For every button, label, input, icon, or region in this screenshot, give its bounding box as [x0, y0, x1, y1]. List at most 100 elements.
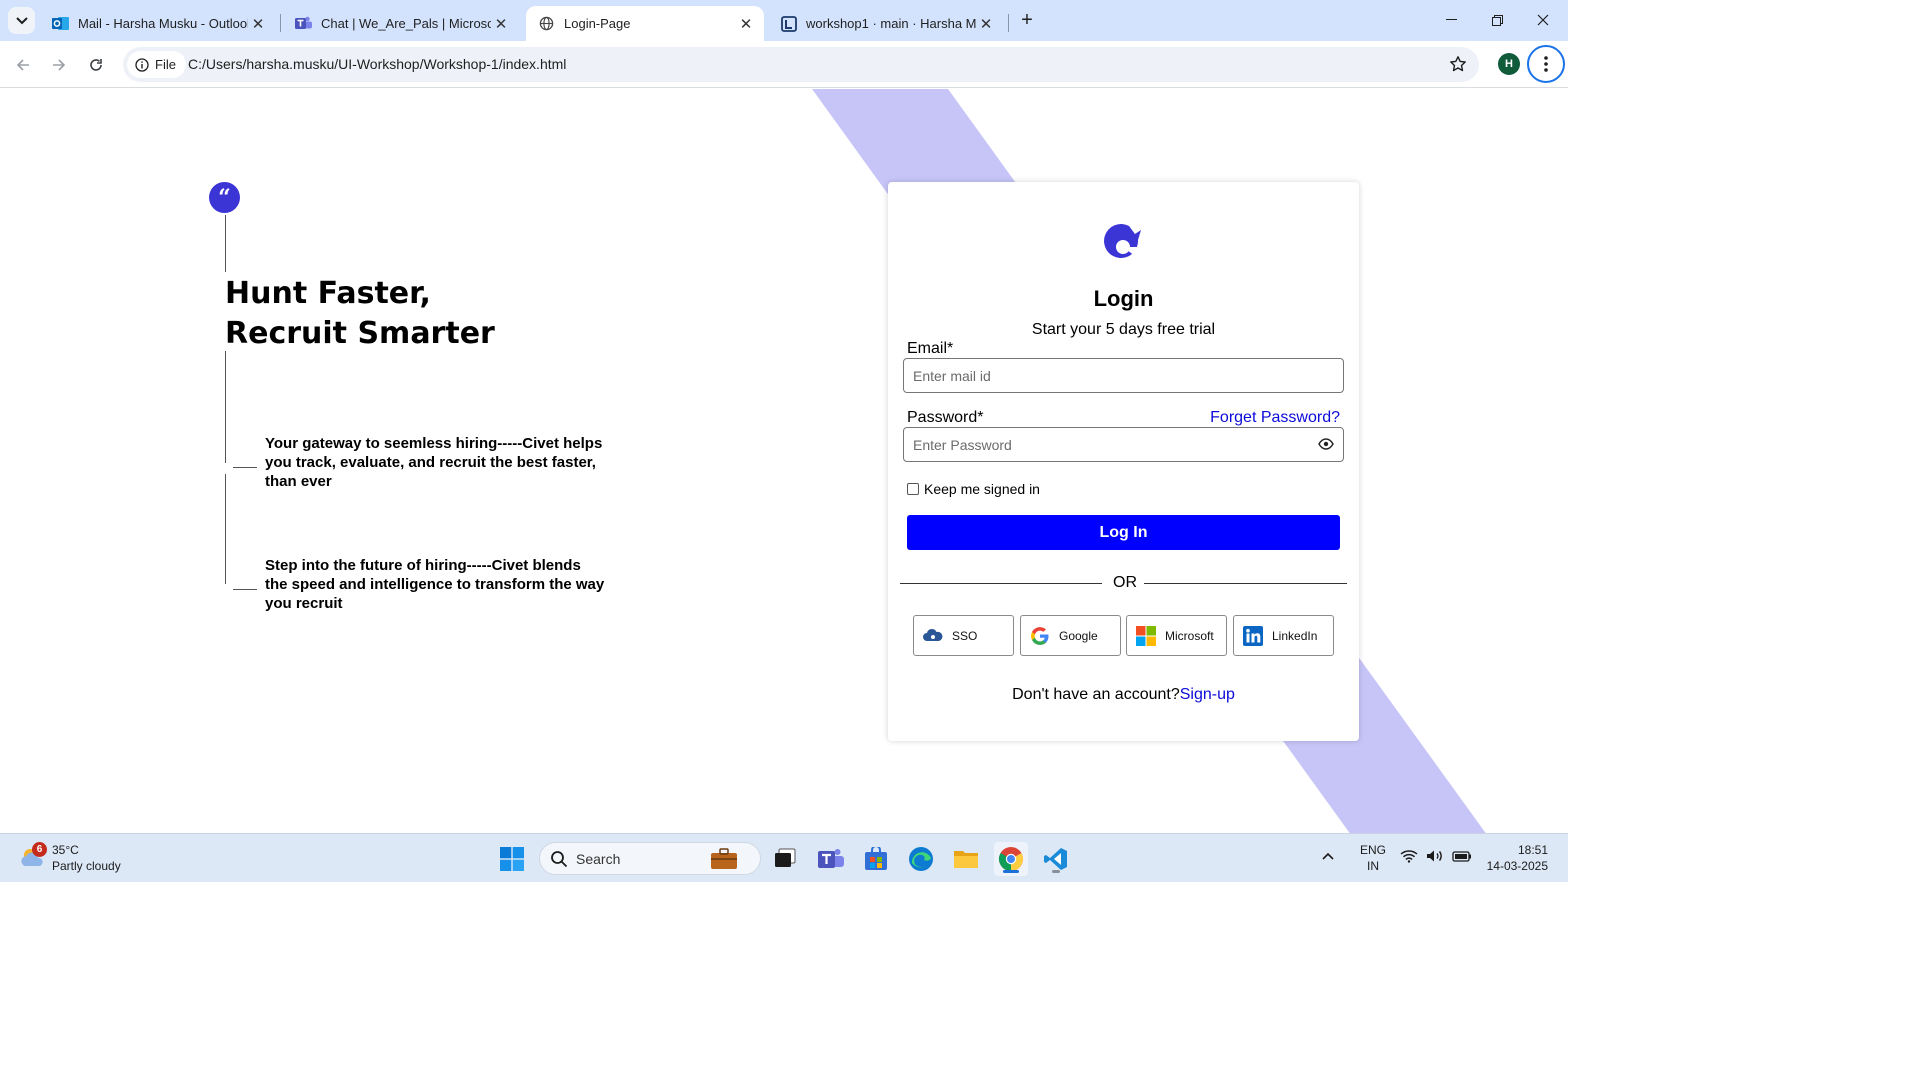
microsoft-button[interactable]: Microsoft: [1126, 615, 1227, 656]
tab-login-page[interactable]: Login-Page ✕: [526, 6, 764, 41]
wifi-icon: [1400, 850, 1418, 863]
timeline-line: [225, 215, 226, 272]
arrow-right-icon: [53, 59, 66, 71]
clock-time: 18:51: [1517, 843, 1548, 857]
tab-title: Mail - Harsha Musku - Outlook: [78, 16, 248, 31]
store-icon[interactable]: [859, 842, 893, 876]
start-icon[interactable]: [495, 842, 529, 876]
language-indicator[interactable]: ENG IN: [1360, 842, 1386, 874]
address-bar[interactable]: File C:/Users/harsha.musku/UI-Workshop/W…: [123, 47, 1479, 82]
system-clock[interactable]: 18:51 14-03-2025: [1487, 842, 1548, 874]
close-icon[interactable]: ✕: [976, 14, 996, 34]
eye-icon[interactable]: [1318, 437, 1334, 456]
timeline-line: [225, 351, 226, 463]
keep-signed-in-label: Keep me signed in: [924, 481, 1040, 497]
google-button[interactable]: Google: [1020, 615, 1121, 656]
sso-cloud-icon: [921, 624, 945, 648]
tab-search-button[interactable]: [8, 7, 35, 34]
divider-right: [1144, 583, 1347, 584]
tab-workshop1[interactable]: workshop1 · main · Harsha Musku ✕: [768, 6, 1004, 41]
hero-headline: Hunt Faster, Recruit Smarter: [225, 274, 495, 354]
teams-icon: [295, 15, 312, 32]
volume-icon: [1427, 850, 1442, 862]
tab-teams[interactable]: Chat | We_Are_Pals | Microsoft Teams ✕: [283, 6, 519, 41]
linkedin-button[interactable]: LinkedIn: [1233, 615, 1334, 656]
sso-button[interactable]: SSO: [913, 615, 1014, 656]
email-input[interactable]: [903, 358, 1344, 393]
login-title: Login: [1093, 286, 1154, 311]
chevron-down-icon: [15, 16, 28, 24]
keep-signed-in-checkbox[interactable]: [907, 483, 919, 495]
globe-icon: [538, 15, 555, 32]
browser-tab-bar: Mail - Harsha Musku - Outlook ✕ Chat | W…: [0, 0, 1568, 41]
tab-title: workshop1 · main · Harsha Musku: [806, 16, 976, 31]
keep-signed-in[interactable]: Keep me signed in: [907, 481, 1040, 497]
teams-icon[interactable]: [814, 842, 848, 876]
login-card: Login Start your 5 days free trial Email…: [888, 182, 1359, 741]
partly-cloudy-icon: 6: [18, 842, 47, 872]
tab-separator: [280, 14, 281, 32]
close-window-button[interactable]: [1520, 6, 1566, 34]
chrome-icon[interactable]: [994, 842, 1028, 876]
system-tray-status[interactable]: [1400, 849, 1472, 863]
tab-title: Login-Page: [564, 16, 631, 31]
forget-password-link[interactable]: Forget Password?: [1210, 409, 1340, 427]
minimize-icon: [1445, 19, 1457, 20]
edge-icon[interactable]: [904, 842, 938, 876]
site-info-chip[interactable]: File: [127, 51, 186, 78]
url-text: C:/Users/harsha.musku/UI-Workshop/Worksh…: [188, 56, 567, 72]
weather-badge: 6: [32, 842, 47, 857]
battery-icon: [1452, 851, 1471, 862]
reload-icon: [90, 59, 102, 71]
show-hidden-icons-button[interactable]: [1322, 848, 1334, 864]
repo-icon: [780, 15, 797, 32]
outlook-icon: [52, 15, 69, 32]
scheme-label: File: [155, 57, 176, 72]
active-app-indicator: [1003, 870, 1019, 873]
tagline-2: Step into the future of hiring-----Civet…: [265, 557, 605, 612]
restore-button[interactable]: [1474, 6, 1520, 34]
forward-button[interactable]: [45, 51, 73, 79]
linkedin-icon: [1241, 624, 1265, 648]
password-input[interactable]: [903, 427, 1344, 462]
search-label: Search: [576, 850, 621, 867]
task-view-icon[interactable]: [768, 842, 802, 876]
taskbar-search[interactable]: Search: [539, 842, 761, 875]
tab-outlook[interactable]: Mail - Harsha Musku - Outlook ✕: [40, 6, 276, 41]
headline-line-1: Hunt Faster,: [225, 276, 431, 311]
weather-widget[interactable]: 6 35°C Partly cloudy: [18, 842, 121, 874]
back-button[interactable]: [9, 51, 37, 79]
email-label: Email*: [907, 340, 954, 357]
close-icon[interactable]: ✕: [736, 14, 756, 34]
login-subtitle: Start your 5 days free trial: [1031, 321, 1216, 338]
arrow-left-icon: [16, 59, 29, 71]
info-icon: [135, 57, 149, 72]
temperature: 35°C: [52, 843, 79, 857]
close-icon[interactable]: ✕: [491, 14, 511, 34]
profile-avatar[interactable]: H: [1498, 53, 1520, 75]
timeline-connector: [233, 589, 257, 590]
civet-logo-icon: [1104, 224, 1143, 262]
browser-menu-button[interactable]: [1527, 45, 1565, 83]
open-app-indicator: [1052, 870, 1060, 873]
bookmark-star-icon[interactable]: [1449, 55, 1467, 78]
timeline-connector: [233, 467, 257, 468]
new-tab-button[interactable]: +: [1015, 8, 1039, 32]
minimize-button[interactable]: [1428, 6, 1474, 34]
reload-button[interactable]: [82, 51, 110, 79]
weather-condition: Partly cloudy: [52, 859, 121, 873]
quote-icon: “: [209, 182, 240, 213]
sso-label: SSO: [952, 628, 978, 643]
login-button[interactable]: Log In: [907, 515, 1340, 550]
search-icon: [551, 850, 568, 867]
signup-row: Don't have an account?Sign-up: [888, 686, 1359, 704]
vscode-icon[interactable]: [1039, 842, 1073, 876]
google-icon: [1028, 624, 1052, 648]
no-account-text: Don't have an account?: [1012, 686, 1180, 703]
close-icon[interactable]: ✕: [248, 14, 268, 34]
file-explorer-icon[interactable]: [949, 842, 983, 876]
clock-date: 14-03-2025: [1486, 859, 1548, 873]
windows-taskbar: 6 35°C Partly cloudy Search ENG IN 18:51…: [0, 833, 1568, 882]
signup-link[interactable]: Sign-up: [1180, 686, 1235, 703]
or-text: OR: [1113, 574, 1137, 591]
